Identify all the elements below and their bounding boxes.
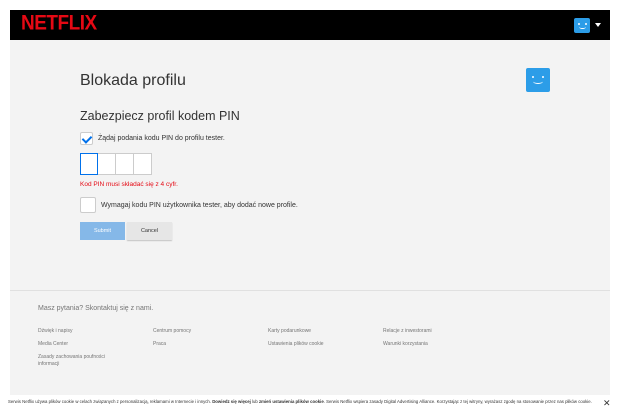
profile-avatar-large-icon xyxy=(526,68,550,92)
cookie-learn-more-link[interactable]: Dowiedz się więcej xyxy=(212,399,251,404)
page: NETFLIX Blokada profilu Zabezpiecz profi… xyxy=(10,10,610,395)
footer-link-help-center[interactable]: Centrum pomocy xyxy=(153,328,233,335)
require-pin-option[interactable]: Żądaj podania kodu PIN do profilu tester… xyxy=(80,132,225,145)
footer-link-privacy[interactable]: Zasady zachowania poufności informacji xyxy=(38,354,113,368)
cookie-change-settings-link[interactable]: zmień ustawienia plików cookie xyxy=(259,399,324,404)
footer-link-audio-subtitles[interactable]: Dźwięk i napisy xyxy=(38,328,118,335)
footer-contact-link[interactable]: Masz pytania? Skontaktuj się z nami. xyxy=(38,305,153,312)
new-profile-pin-checkbox[interactable] xyxy=(80,197,96,213)
profile-avatar-icon[interactable] xyxy=(574,18,590,33)
submit-button[interactable]: Submit xyxy=(80,222,125,240)
cookie-text-or: lub xyxy=(250,399,259,404)
pin-digit-1-input[interactable] xyxy=(80,153,98,175)
footer-link-cookie-settings[interactable]: Ustawienia plików cookie xyxy=(268,341,348,348)
pin-digit-2-input[interactable] xyxy=(98,153,116,175)
section-subtitle: Zabezpiecz profil kodem PIN xyxy=(80,109,240,123)
require-pin-label: Żądaj podania kodu PIN do profilu tester… xyxy=(98,135,225,142)
pin-input-group xyxy=(80,153,152,175)
chevron-down-icon[interactable] xyxy=(595,23,601,27)
require-pin-checkbox[interactable] xyxy=(80,132,93,145)
cancel-button[interactable]: Cancel xyxy=(127,222,172,240)
footer-link-jobs[interactable]: Praca xyxy=(153,341,233,348)
top-navigation-bar: NETFLIX xyxy=(10,10,610,40)
cookie-banner: Serwis Netflix używa plików cookie w cel… xyxy=(0,397,620,412)
pin-digit-4-input[interactable] xyxy=(134,153,152,175)
footer-divider xyxy=(10,290,610,291)
page-title: Blokada profilu xyxy=(80,72,186,89)
footer-link-investor-relations[interactable]: Relacje z inwestorami xyxy=(383,328,463,335)
cookie-text-start: Serwis Netflix używa plików cookie w cel… xyxy=(8,399,213,404)
cookie-text-end: . Serwis Netflix wspiera zasady Digital … xyxy=(323,399,592,404)
close-icon[interactable]: ✕ xyxy=(603,398,611,408)
footer-link-gift-cards[interactable]: Karty podarunkowe xyxy=(268,328,348,335)
pin-error-message: Kod PIN musi składać się z 4 cyfr. xyxy=(80,181,178,188)
netflix-logo[interactable]: NETFLIX xyxy=(21,12,97,34)
footer-link-media-center[interactable]: Media Center xyxy=(38,341,118,348)
new-profile-pin-label: Wymagaj kodu PIN użytkownika tester, aby… xyxy=(101,201,298,209)
cookie-banner-text: Serwis Netflix używa plików cookie w cel… xyxy=(8,399,593,411)
pin-digit-3-input[interactable] xyxy=(116,153,134,175)
footer-link-terms-of-use[interactable]: Warunki korzystania xyxy=(383,341,463,348)
form-buttons: Submit Cancel xyxy=(80,222,172,240)
new-profile-pin-option[interactable]: Wymagaj kodu PIN użytkownika tester, aby… xyxy=(80,197,298,213)
